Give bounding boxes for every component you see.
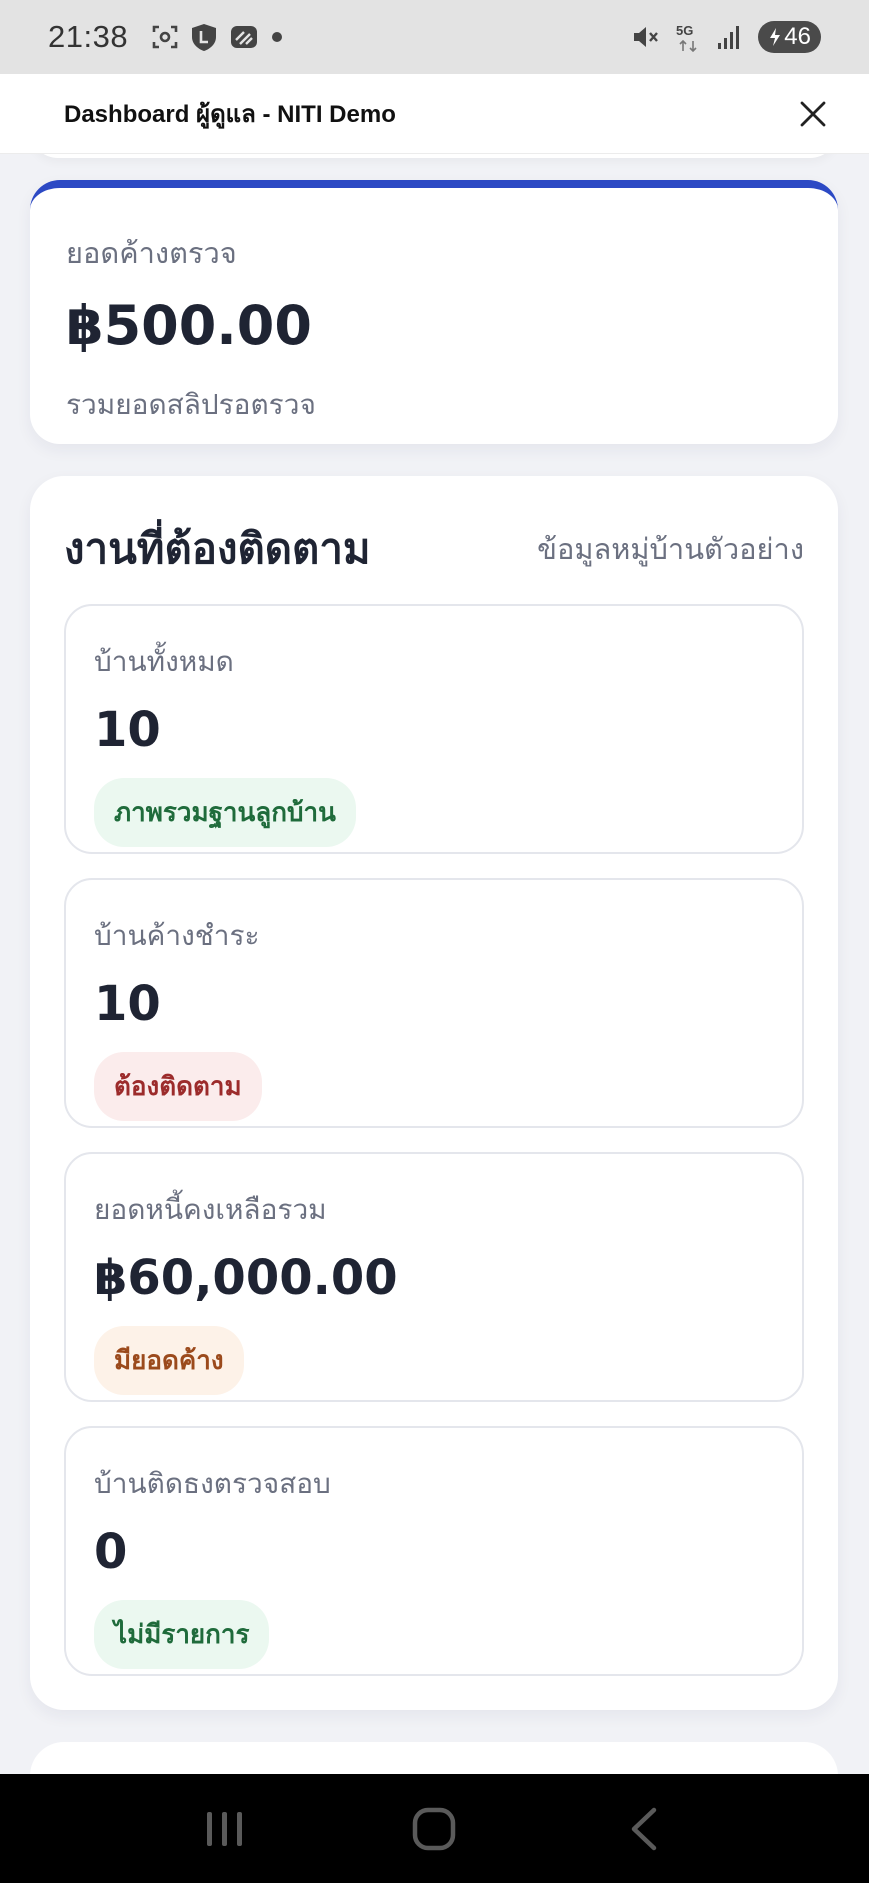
status-bar: 21:38 5G 46 (0, 0, 869, 74)
stat-total-houses[interactable]: บ้านทั้งหมด 10 ภาพรวมฐานลูกบ้าน (64, 604, 804, 854)
network-5g-icon: 5G (674, 21, 702, 53)
close-button[interactable] (789, 90, 837, 138)
stat-houses-overdue[interactable]: บ้านค้างชำระ 10 ต้องติดตาม (64, 878, 804, 1128)
back-button[interactable] (604, 1799, 684, 1859)
stat-label: บ้านค้างชำระ (94, 919, 260, 952)
next-card-edge (30, 1742, 838, 1774)
stat-flagged-houses[interactable]: บ้านติดธงตรวจสอบ 0 ไม่มีรายการ (64, 1426, 804, 1676)
status-badge: มียอดค้าง (94, 1326, 244, 1395)
sample-village-data-label: ข้อมูลหมู่บ้านตัวอย่าง (537, 532, 804, 566)
stat-label: บ้านทั้งหมด (94, 645, 234, 678)
stat-list: บ้านทั้งหมด 10 ภาพรวมฐานลูกบ้าน บ้านค้าง… (64, 604, 804, 1676)
screenshot-icon (150, 22, 180, 52)
stack-app-icon (228, 22, 260, 52)
back-icon (631, 1807, 657, 1850)
home-button[interactable] (394, 1799, 474, 1859)
previous-card-edge (30, 154, 838, 158)
pending-review-subtitle: รวมยอดสลิปรอตรวจ (66, 388, 316, 421)
pending-review-card: ยอดค้างตรวจ ฿500.00 รวมยอดสลิปรอตรวจ (30, 180, 838, 444)
stat-value: 10 (94, 976, 161, 1032)
notification-dot-icon (270, 30, 284, 44)
title-bar: Dashboard ผู้ดูแล - NITI Demo (0, 74, 869, 154)
status-notification-icons (150, 22, 284, 52)
status-badge: ต้องติดตาม (94, 1052, 262, 1121)
signal-icon (716, 23, 744, 51)
recents-icon (206, 1811, 242, 1846)
status-badge: ภาพรวมฐานลูกบ้าน (94, 778, 356, 847)
stat-label: บ้านติดธงตรวจสอบ (94, 1467, 331, 1500)
network-label: 5G (676, 23, 693, 38)
stat-value: ฿60,000.00 (94, 1250, 398, 1306)
stat-value: 0 (94, 1524, 128, 1580)
stat-total-outstanding-debt[interactable]: ยอดหนี้คงเหลือรวม ฿60,000.00 มียอดค้าง (64, 1152, 804, 1402)
status-time: 21:38 (48, 19, 129, 54)
followup-header: งานที่ต้องติดตาม ข้อมูลหมู่บ้านตัวอย่าง (64, 516, 804, 582)
recents-button[interactable] (185, 1799, 265, 1859)
status-system-icons: 5G 46 (630, 21, 821, 53)
home-icon (413, 1807, 456, 1850)
shield-l-icon (190, 22, 218, 52)
stat-label: ยอดหนี้คงเหลือรวม (94, 1193, 327, 1226)
battery-level: 46 (784, 23, 811, 50)
mute-icon (630, 22, 660, 52)
battery-indicator: 46 (758, 21, 821, 53)
system-nav-bar (0, 1774, 869, 1883)
followup-card: งานที่ต้องติดตาม ข้อมูลหมู่บ้านตัวอย่าง … (30, 476, 838, 1710)
status-badge: ไม่มีรายการ (94, 1600, 270, 1669)
dashboard-content[interactable]: ยอดค้างตรวจ ฿500.00 รวมยอดสลิปรอตรวจ งาน… (0, 154, 869, 1774)
charging-icon (770, 28, 781, 46)
stat-value: 10 (94, 702, 161, 758)
pending-review-label: ยอดค้างตรวจ (66, 236, 237, 270)
close-icon (800, 101, 826, 126)
page-title: Dashboard ผู้ดูแล - NITI Demo (64, 101, 396, 128)
followup-title: งานที่ต้องติดตาม (64, 524, 371, 573)
pending-review-amount: ฿500.00 (66, 294, 312, 357)
